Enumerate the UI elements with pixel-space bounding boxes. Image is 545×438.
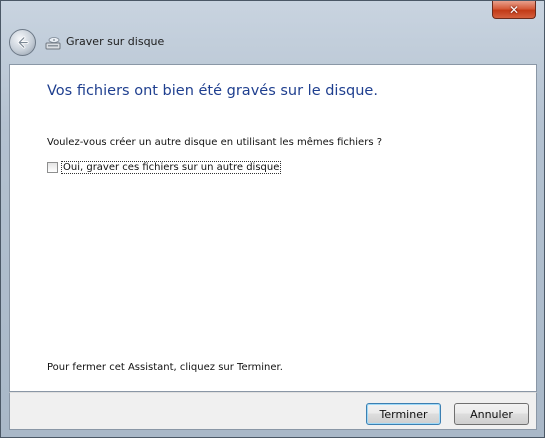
- close-button[interactable]: ✕: [492, 1, 536, 19]
- back-button[interactable]: [9, 29, 36, 56]
- question-text: Voulez-vous créer un autre disque en uti…: [47, 137, 383, 148]
- finish-button[interactable]: Terminer: [366, 403, 441, 425]
- wizard-content: Vos fichiers ont bien été gravés sur le …: [9, 64, 537, 392]
- cancel-button-label: Annuler: [470, 407, 513, 421]
- button-bar: Terminer Annuler: [9, 392, 537, 430]
- finish-button-label: Terminer: [379, 407, 428, 421]
- burn-disc-icon: [45, 37, 61, 50]
- burn-again-label[interactable]: Oui, graver ces fichiers sur un autre di…: [60, 160, 282, 174]
- burn-again-checkbox[interactable]: [47, 161, 58, 173]
- close-icon: ✕: [508, 2, 520, 17]
- wizard-window: ✕ Graver sur disque Vos fichiers ont bie…: [0, 0, 545, 438]
- wizard-title: Graver sur disque: [66, 35, 165, 48]
- back-arrow-icon: [17, 36, 29, 49]
- cancel-button[interactable]: Annuler: [454, 403, 529, 425]
- page-heading: Vos fichiers ont bien été gravés sur le …: [47, 83, 378, 99]
- instruction-text: Pour fermer cet Assistant, cliquez sur T…: [47, 362, 283, 373]
- wizard-titlebar: Graver sur disque: [9, 29, 536, 59]
- burn-again-option[interactable]: Oui, graver ces fichiers sur un autre di…: [47, 160, 282, 174]
